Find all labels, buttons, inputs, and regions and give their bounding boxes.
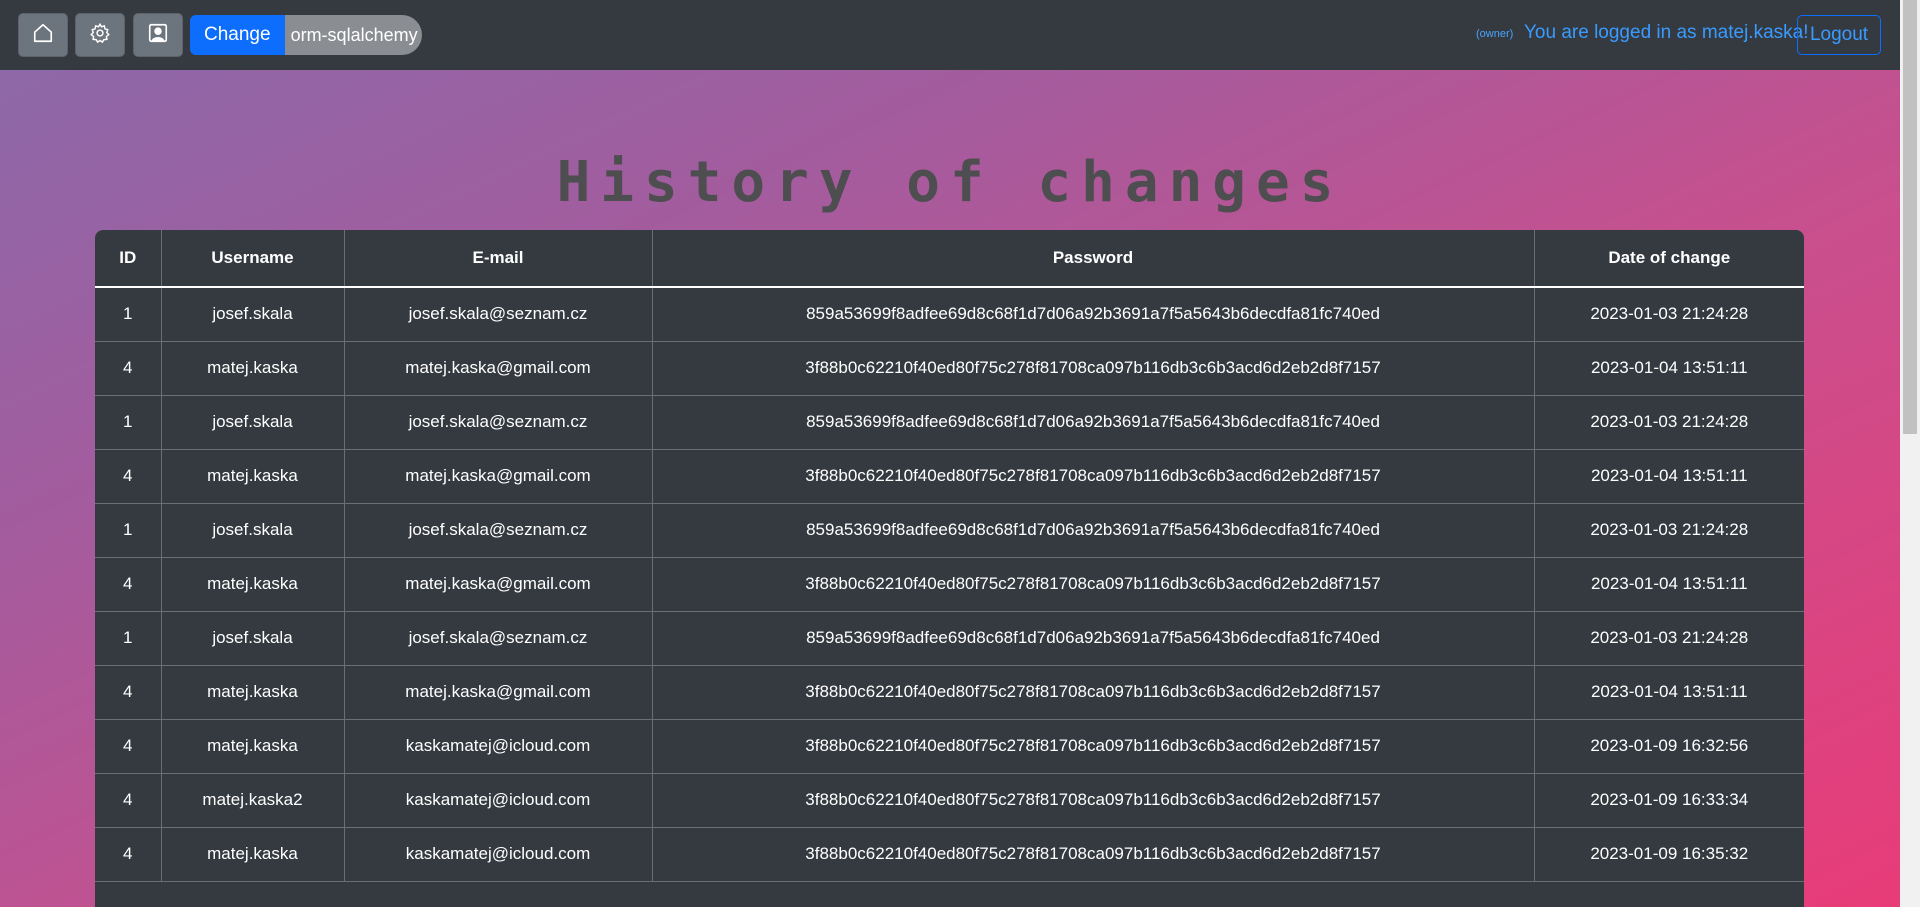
cell-email: matej.kaska@gmail.com bbox=[343, 556, 653, 612]
home-button[interactable] bbox=[18, 13, 68, 57]
cell-id: 4 bbox=[95, 718, 162, 774]
cell-date: 2023-01-04 13:51:11 bbox=[1533, 664, 1804, 720]
table-row: 4 matej.kaska matej.kaska@gmail.com 3f88b0c… bbox=[95, 664, 1804, 720]
cell-password: 859a53699f8adfee69d8c68f1d7d06a92b3691a7… bbox=[651, 394, 1535, 450]
cell-date: 2023-01-04 13:51:11 bbox=[1533, 340, 1804, 396]
cell-date: 2023-01-03 21:24:28 bbox=[1533, 610, 1804, 666]
cell-username: matej.kaska bbox=[160, 340, 345, 396]
cell-date: 2023-01-03 21:24:28 bbox=[1533, 286, 1804, 342]
change-repo-button[interactable]: Change bbox=[190, 15, 285, 55]
cell-password: 3f88b0c62210f40ed80f75c278f81708ca097b11… bbox=[651, 664, 1535, 720]
settings-button[interactable] bbox=[75, 13, 125, 57]
column-header-password: Password bbox=[651, 230, 1535, 288]
cell-id: 4 bbox=[95, 448, 162, 504]
cell-id: 1 bbox=[95, 502, 162, 558]
cell-email: kaskamatej@icloud.com bbox=[343, 772, 653, 828]
cell-username: matej.kaska bbox=[160, 826, 345, 882]
cell-id: 4 bbox=[95, 826, 162, 882]
cell-username: josef.skala bbox=[160, 502, 345, 558]
column-header-email: E-mail bbox=[343, 230, 653, 288]
login-status: You are logged in as matej.kaska! bbox=[1524, 22, 1809, 43]
cell-password: 859a53699f8adfee69d8c68f1d7d06a92b3691a7… bbox=[651, 502, 1535, 558]
table-row: 4 matej.kaska2 kaskamatej@icloud.com 3f88b0… bbox=[95, 772, 1804, 828]
cell-email: matej.kaska@gmail.com bbox=[343, 448, 653, 504]
table-row: 1 josef.skala josef.skala@seznam.cz 859a536… bbox=[95, 286, 1804, 342]
cell-password: 3f88b0c62210f40ed80f75c278f81708ca097b11… bbox=[651, 718, 1535, 774]
cell-password: 3f88b0c62210f40ed80f75c278f81708ca097b11… bbox=[651, 340, 1535, 396]
cell-password: 3f88b0c62210f40ed80f75c278f81708ca097b11… bbox=[651, 826, 1535, 882]
table-header-row: ID Username E-mail Password Date of chan… bbox=[95, 230, 1804, 288]
cell-email: josef.skala@seznam.cz bbox=[343, 502, 653, 558]
cell-email: matej.kaska@gmail.com bbox=[343, 664, 653, 720]
scrollbar-thumb[interactable] bbox=[1903, 0, 1917, 434]
cell-email: matej.kaska@gmail.com bbox=[343, 340, 653, 396]
cell-email: josef.skala@seznam.cz bbox=[343, 610, 653, 666]
gear-icon bbox=[89, 22, 111, 49]
role-badge: (owner) bbox=[1476, 28, 1514, 40]
profile-button[interactable] bbox=[133, 13, 183, 57]
cell-password: 859a53699f8adfee69d8c68f1d7d06a92b3691a7… bbox=[651, 286, 1535, 342]
user-portrait-icon bbox=[147, 22, 169, 49]
cell-username: josef.skala bbox=[160, 610, 345, 666]
cell-id: 4 bbox=[95, 340, 162, 396]
cell-id: 1 bbox=[95, 610, 162, 666]
cell-date: 2023-01-03 21:24:28 bbox=[1533, 394, 1804, 450]
cell-date: 2023-01-04 13:51:11 bbox=[1533, 556, 1804, 612]
cell-password: 3f88b0c62210f40ed80f75c278f81708ca097b11… bbox=[651, 448, 1535, 504]
cell-username: matej.kaska bbox=[160, 718, 345, 774]
cell-id: 4 bbox=[95, 772, 162, 828]
cell-date: 2023-01-09 16:33:34 bbox=[1533, 772, 1804, 828]
cell-username: matej.kaska bbox=[160, 664, 345, 720]
table-row: 1 josef.skala josef.skala@seznam.cz 859a536… bbox=[95, 394, 1804, 450]
table-row: 1 josef.skala josef.skala@seznam.cz 859a536… bbox=[95, 502, 1804, 558]
history-table: ID Username E-mail Password Date of chan… bbox=[95, 230, 1804, 882]
column-header-username: Username bbox=[160, 230, 345, 288]
cell-email: josef.skala@seznam.cz bbox=[343, 394, 653, 450]
cell-id: 1 bbox=[95, 394, 162, 450]
table-row: 4 matej.kaska kaskamatej@icloud.com 3f88b0c… bbox=[95, 826, 1804, 882]
cell-username: josef.skala bbox=[160, 394, 345, 450]
history-table-container: ID Username E-mail Password Date of chan… bbox=[95, 230, 1804, 907]
table-row: 4 matej.kaska matej.kaska@gmail.com 3f88b0c… bbox=[95, 448, 1804, 504]
repo-switcher: Change orm-sqlalchemy bbox=[190, 15, 422, 55]
table-row: 4 matej.kaska kaskamatej@icloud.com 3f88b0c… bbox=[95, 718, 1804, 774]
cell-date: 2023-01-09 16:32:56 bbox=[1533, 718, 1804, 774]
logout-button[interactable]: Logout bbox=[1797, 15, 1881, 55]
table-row: 1 josef.skala josef.skala@seznam.cz 859a536… bbox=[95, 610, 1804, 666]
cell-password: 3f88b0c62210f40ed80f75c278f81708ca097b11… bbox=[651, 772, 1535, 828]
cell-email: kaskamatej@icloud.com bbox=[343, 718, 653, 774]
cell-id: 4 bbox=[95, 664, 162, 720]
cell-password: 3f88b0c62210f40ed80f75c278f81708ca097b11… bbox=[651, 556, 1535, 612]
cell-username: josef.skala bbox=[160, 286, 345, 342]
home-icon bbox=[32, 22, 54, 49]
cell-id: 4 bbox=[95, 556, 162, 612]
page-scrollbar[interactable] bbox=[1900, 0, 1920, 907]
cell-email: josef.skala@seznam.cz bbox=[343, 286, 653, 342]
cell-date: 2023-01-04 13:51:11 bbox=[1533, 448, 1804, 504]
cell-date: 2023-01-03 21:24:28 bbox=[1533, 502, 1804, 558]
cell-username: matej.kaska bbox=[160, 556, 345, 612]
top-navbar: Change orm-sqlalchemy (owner) You are lo… bbox=[0, 0, 1900, 70]
cell-username: matej.kaska2 bbox=[160, 772, 345, 828]
table-row: 4 matej.kaska matej.kaska@gmail.com 3f88b0c… bbox=[95, 556, 1804, 612]
page-title: History of changes bbox=[556, 150, 1344, 215]
cell-username: matej.kaska bbox=[160, 448, 345, 504]
column-header-id: ID bbox=[95, 230, 162, 288]
cell-password: 859a53699f8adfee69d8c68f1d7d06a92b3691a7… bbox=[651, 610, 1535, 666]
cell-id: 1 bbox=[95, 286, 162, 342]
column-header-date: Date of change bbox=[1533, 230, 1804, 288]
cell-email: kaskamatej@icloud.com bbox=[343, 826, 653, 882]
current-repo-label: orm-sqlalchemy bbox=[284, 15, 422, 55]
table-row: 4 matej.kaska matej.kaska@gmail.com 3f88b0c… bbox=[95, 340, 1804, 396]
cell-date: 2023-01-09 16:35:32 bbox=[1533, 826, 1804, 882]
